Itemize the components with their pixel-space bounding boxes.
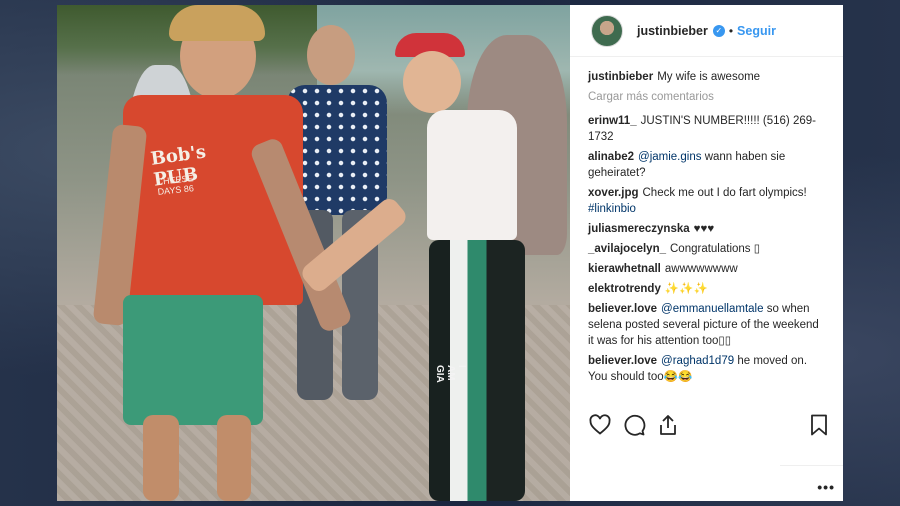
comment-username[interactable]: _avilajocelyn_ [588,243,666,255]
load-more-comments-link[interactable]: Cargar más comentarios [588,91,825,103]
post-photo[interactable]: Bob's PUB CHEESE DAYS 86 I AM GIA [57,5,570,501]
comment-icon[interactable] [622,413,646,437]
comment-username[interactable]: juliasmereczynska [588,223,690,235]
heart-icon[interactable] [588,413,612,437]
avatar[interactable] [591,14,623,47]
comment-username[interactable]: alinabe2 [588,151,634,163]
post-side-panel: justinbieber ✓ • Seguir justinbieber My w… [570,5,843,501]
comment-text: Check me out I do fart olympics! [642,187,807,199]
comment-text: ✨✨✨ [664,283,708,295]
comment-mention[interactable]: @raghad1d79 [661,355,734,367]
comment-item: _avilajocelyn_ Congratulations ▯ [588,241,825,257]
header-username[interactable]: justinbieber [637,24,708,38]
more-options-icon[interactable]: ••• [817,479,835,495]
comment-username[interactable]: elektrotrendy [588,283,661,295]
comment-username[interactable]: xover.jpg [588,187,639,199]
post-actions [588,412,831,438]
comment-mention[interactable]: @emmanuellamtale [661,303,763,315]
comment-username[interactable]: kierawhetnall [588,263,661,275]
comments-list: justinbieber My wife is awesome Cargar má… [570,57,843,385]
instagram-post: Bob's PUB CHEESE DAYS 86 I AM GIA justin… [57,5,843,501]
comment-item: believer.love @raghad1d79 he moved on. Yo… [588,353,825,385]
comment-item: xover.jpg Check me out I do fart olympics… [588,185,825,217]
comment-username[interactable]: erinw11_ [588,115,637,127]
divider [780,465,843,466]
caption-text: My wife is awesome [657,71,761,83]
comment-item: elektrotrendy ✨✨✨ [588,281,825,297]
comment-item: alinabe2 @jamie.gins wann haben sie gehei… [588,149,825,181]
comment-text: awwwwwwww [664,263,738,275]
share-icon[interactable] [656,413,680,437]
bookmark-icon[interactable] [807,413,831,437]
comment-mention[interactable]: @jamie.gins [638,151,701,163]
caption-username[interactable]: justinbieber [588,71,653,83]
follow-button[interactable]: Seguir [737,24,776,38]
comment-item: juliasmereczynska ♥♥♥ [588,221,825,237]
verified-badge-icon: ✓ [712,24,725,37]
pants-text: I AM GIA [434,365,467,383]
comment-item: believer.love @emmanuellamtale so when se… [588,301,825,349]
comment-text: Congratulations ▯ [670,243,761,255]
post-header: justinbieber ✓ • Seguir [570,5,843,57]
comment-item: erinw11_ JUSTIN'S NUMBER!!!!! (516) 269-1… [588,113,825,145]
comment-username[interactable]: believer.love [588,355,657,367]
separator-dot: • [728,23,734,38]
caption: justinbieber My wife is awesome [588,69,825,85]
comment-item: kierawhetnall awwwwwwww [588,261,825,277]
comment-hashtag[interactable]: #linkinbio [588,203,636,215]
comment-username[interactable]: believer.love [588,303,657,315]
comment-text: ♥♥♥ [693,223,715,235]
shirt-sub-text: CHEESE DAYS 86 [156,173,195,197]
